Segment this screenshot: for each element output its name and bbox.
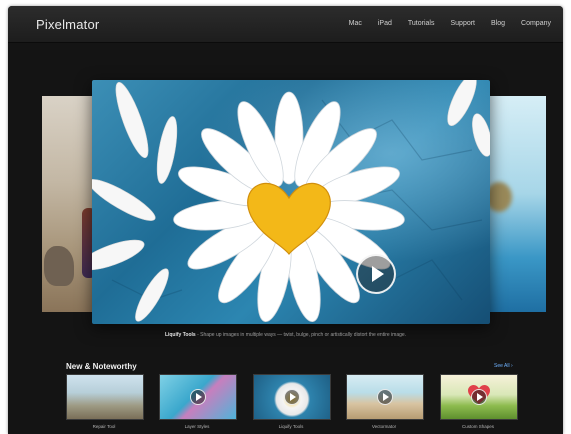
thumbnail-image <box>253 374 331 420</box>
carousel-next-slide[interactable] <box>490 96 546 312</box>
nav-item-blog[interactable]: Blog <box>491 20 505 27</box>
hero-slide-image <box>92 80 490 324</box>
thumbnail-liquify-tools[interactable]: Liquify Tools <box>253 374 331 429</box>
thumbnail-image <box>159 374 237 420</box>
thumbnail-image <box>346 374 424 420</box>
hero-carousel <box>8 42 563 342</box>
play-icon <box>471 389 487 405</box>
slide-image-detail <box>44 246 74 286</box>
section-title: New & Noteworthy <box>66 362 137 371</box>
play-video-button[interactable] <box>356 254 396 294</box>
thumbnail-label: Vectormator <box>371 424 397 429</box>
thumbnail-image <box>440 374 518 420</box>
thumbnail-custom-shapes[interactable]: Custom Shapes <box>440 374 518 429</box>
top-navigation-bar: Pixelmator Mac iPad Tutorials Support Bl… <box>8 6 563 43</box>
nav-item-support[interactable]: Support <box>450 20 475 27</box>
browser-frame: Pixelmator Mac iPad Tutorials Support Bl… <box>8 6 563 434</box>
nav-item-tutorials[interactable]: Tutorials <box>408 20 435 27</box>
thumbnail-vectormator[interactable]: Vectormator <box>346 374 424 429</box>
play-icon <box>284 389 300 405</box>
nav-item-mac[interactable]: Mac <box>349 20 362 27</box>
daisy-illustration <box>92 80 490 322</box>
thumbnail-label: Custom Shapes <box>461 424 495 429</box>
thumbnail-label: Liquify Tools <box>278 424 304 429</box>
see-all-link[interactable]: See All › <box>494 363 513 369</box>
nav-item-ipad[interactable]: iPad <box>378 20 392 27</box>
thumbnail-layer-styles[interactable]: Layer Styles <box>159 374 237 429</box>
thumbnail-label: Layer Styles <box>184 424 210 429</box>
slide-image-detail <box>490 182 512 212</box>
play-icon <box>190 389 206 405</box>
pixelmator-logo[interactable]: Pixelmator <box>36 17 99 32</box>
play-icon <box>377 389 393 405</box>
main-nav: Mac iPad Tutorials Support Blog Company <box>333 20 551 27</box>
thumbnail-repair-tool[interactable]: Repair Tool <box>66 374 144 429</box>
thumbnail-image <box>66 374 144 420</box>
nav-item-company[interactable]: Company <box>521 20 551 27</box>
thumbnail-label: Repair Tool <box>92 424 116 429</box>
caption-title: Liquify Tools <box>164 332 196 338</box>
slide-caption: Liquify Tools - Shape up images in multi… <box>8 332 563 338</box>
caption-text: - Shape up images in multiple ways — twi… <box>195 332 407 338</box>
